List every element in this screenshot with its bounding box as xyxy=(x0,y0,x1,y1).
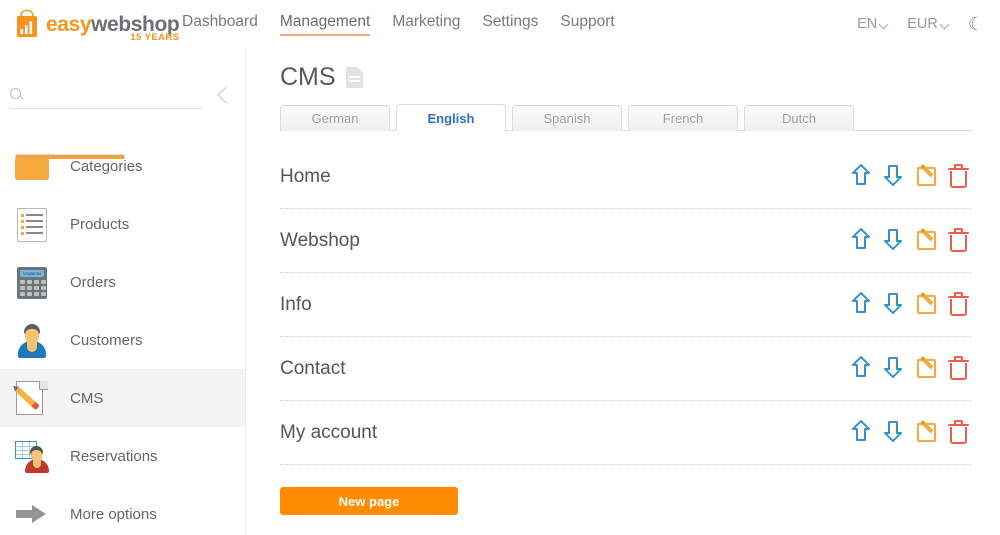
folder-icon xyxy=(12,146,125,186)
nav-item-management[interactable]: Management xyxy=(279,13,371,36)
sidebar-item-reservations[interactable]: Reservations xyxy=(0,427,245,485)
table-row: Webshop xyxy=(280,209,972,273)
calculator-icon: 123456789 xyxy=(12,262,52,302)
sidebar: Categories Products 123456789 Orders Cus… xyxy=(0,48,246,535)
sidebar-item-label: Categories xyxy=(70,157,143,175)
new-page-button[interactable]: New page xyxy=(280,487,458,515)
page-name: Home xyxy=(280,165,331,187)
sidebar-item-more-options[interactable]: More options xyxy=(0,485,245,535)
sidebar-item-label: Products xyxy=(70,215,130,233)
nav-item-settings[interactable]: Settings xyxy=(482,13,538,36)
table-row: Info xyxy=(280,273,972,337)
logo[interactable]: easywebshop 15 YEARS xyxy=(14,9,180,42)
trash-icon[interactable] xyxy=(946,291,972,319)
sidebar-item-orders[interactable]: 123456789 Orders xyxy=(0,253,245,311)
chevron-left-icon[interactable] xyxy=(213,84,235,106)
arrow-up-icon[interactable] xyxy=(850,163,876,191)
sidebar-search-row xyxy=(0,48,245,109)
arrow-up-icon[interactable] xyxy=(850,419,876,447)
main-content: CMS German English Spanish French Dutch … xyxy=(246,48,1000,535)
logo-text-primary: easy xyxy=(46,12,92,36)
language-label: EN xyxy=(857,16,878,32)
table-row: Home xyxy=(280,145,972,209)
tab-dutch[interactable]: Dutch xyxy=(744,105,854,131)
edit-pencil-icon[interactable] xyxy=(914,419,940,447)
row-actions xyxy=(850,419,972,447)
tab-english[interactable]: English xyxy=(396,104,506,131)
arrow-down-icon[interactable] xyxy=(882,291,908,319)
page-title-text: CMS xyxy=(280,63,336,91)
chevron-down-icon xyxy=(941,20,950,29)
sidebar-item-label: Reservations xyxy=(70,447,158,465)
nav-item-dashboard[interactable]: Dashboard xyxy=(182,13,258,36)
document-list-icon xyxy=(12,204,52,244)
arrow-up-icon[interactable] xyxy=(850,227,876,255)
app-root: easywebshop 15 YEARS Dashboard Managemen… xyxy=(0,0,1000,535)
search-input[interactable] xyxy=(28,86,188,101)
tab-spanish[interactable]: Spanish xyxy=(512,105,622,131)
row-actions xyxy=(850,355,972,383)
trash-icon[interactable] xyxy=(946,227,972,255)
row-actions xyxy=(850,163,972,191)
chevron-down-icon xyxy=(880,20,889,29)
currency-selector[interactable]: EUR xyxy=(907,16,950,32)
sidebar-item-categories[interactable]: Categories xyxy=(0,137,245,195)
sidebar-menu: Categories Products 123456789 Orders Cus… xyxy=(0,137,245,535)
customer-icon xyxy=(12,320,52,360)
row-actions xyxy=(850,227,972,255)
arrow-right-icon xyxy=(12,494,52,534)
page-name: My account xyxy=(280,421,378,443)
sidebar-item-cms[interactable]: CMS xyxy=(0,369,245,427)
page-title: CMS xyxy=(280,63,1000,92)
nav-item-marketing[interactable]: Marketing xyxy=(392,13,460,36)
search-icon xyxy=(10,88,21,99)
page-name: Webshop xyxy=(280,229,360,251)
sidebar-item-products[interactable]: Products xyxy=(0,195,245,253)
currency-label: EUR xyxy=(907,16,938,32)
sidebar-item-label: Customers xyxy=(70,331,143,349)
trash-icon[interactable] xyxy=(946,355,972,383)
edit-pencil-icon[interactable] xyxy=(914,355,940,383)
language-selector[interactable]: EN xyxy=(857,16,889,32)
shopping-bag-chart-icon xyxy=(14,9,40,39)
row-actions xyxy=(850,291,972,319)
reservations-icon xyxy=(12,436,52,476)
tab-german[interactable]: German xyxy=(280,105,390,131)
arrow-down-icon[interactable] xyxy=(882,419,908,447)
search-box[interactable] xyxy=(10,86,202,109)
trash-icon[interactable] xyxy=(946,419,972,447)
table-row: My account xyxy=(280,401,972,465)
top-header: easywebshop 15 YEARS Dashboard Managemen… xyxy=(0,0,1000,48)
cms-page-list: Home Webshop Info Contact My account xyxy=(280,145,972,465)
edit-pencil-icon[interactable] xyxy=(914,227,940,255)
moon-icon[interactable]: ☾ xyxy=(968,15,984,33)
tab-french[interactable]: French xyxy=(628,105,738,131)
arrow-down-icon[interactable] xyxy=(882,355,908,383)
nav-item-support[interactable]: Support xyxy=(560,13,614,36)
sidebar-item-label: More options xyxy=(70,505,157,523)
document-icon xyxy=(345,67,363,88)
language-tabs: German English Spanish French Dutch xyxy=(280,104,972,131)
sidebar-item-customers[interactable]: Customers xyxy=(0,311,245,369)
main-navigation: Dashboard Management Marketing Settings … xyxy=(182,13,615,36)
sidebar-item-label: CMS xyxy=(70,389,104,407)
table-row: Contact xyxy=(280,337,972,401)
header-utilities: EN EUR ☾ xyxy=(857,15,984,33)
arrow-up-icon[interactable] xyxy=(850,291,876,319)
page-name: Contact xyxy=(280,357,346,379)
trash-icon[interactable] xyxy=(946,163,972,191)
calculator-display: 123456789 xyxy=(20,270,44,277)
edit-pencil-icon[interactable] xyxy=(914,163,940,191)
edit-pencil-icon[interactable] xyxy=(914,291,940,319)
logo-tagline: 15 YEARS xyxy=(130,31,180,43)
arrow-up-icon[interactable] xyxy=(850,355,876,383)
sidebar-item-label: Orders xyxy=(70,273,116,291)
page-name: Info xyxy=(280,293,312,315)
arrow-down-icon[interactable] xyxy=(882,163,908,191)
arrow-down-icon[interactable] xyxy=(882,227,908,255)
page-edit-icon xyxy=(12,378,52,418)
